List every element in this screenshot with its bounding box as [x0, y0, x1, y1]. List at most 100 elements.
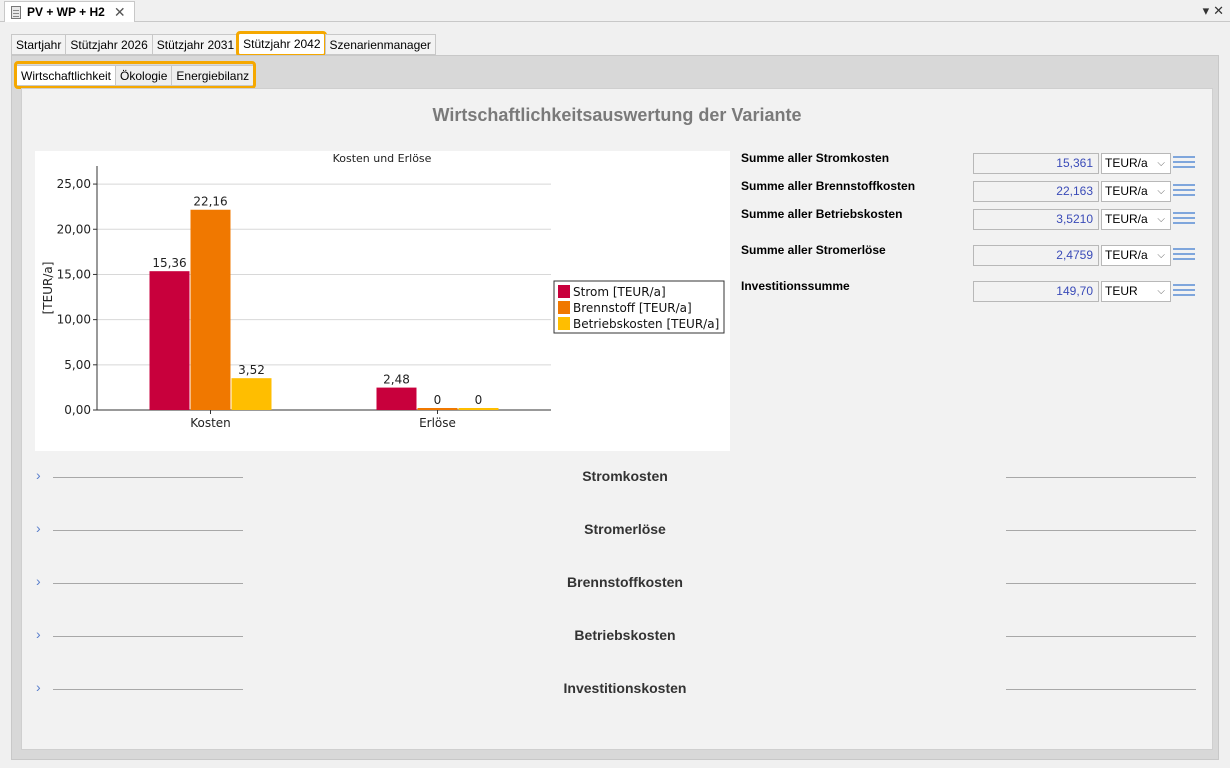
data-label: 3,52: [238, 363, 265, 377]
tab-stuetzjahr-2031[interactable]: Stützjahr 2031: [151, 34, 239, 55]
unit-select[interactable]: TEUR ⌵: [1101, 281, 1171, 302]
sub-tabs: Wirtschaftlichkeit Ökologie Energiebilan…: [13, 61, 257, 89]
legend-swatch: [558, 317, 570, 330]
chart-title: Kosten und Erlöse: [333, 152, 432, 165]
divider: [1006, 530, 1196, 531]
section-title[interactable]: Stromkosten: [22, 468, 1228, 484]
divider: [1006, 636, 1196, 637]
summary-label: Summe aller Betriebskosten: [741, 207, 903, 221]
y-tick-label: 10,00: [57, 313, 91, 327]
summary-label: Summe aller Brennstoffkosten: [741, 179, 916, 193]
window-controls: ▾ ✕: [1203, 3, 1224, 19]
bar: [458, 408, 499, 410]
close-tab-icon[interactable]: ✕: [114, 5, 126, 19]
data-label: 0: [475, 393, 483, 407]
bar: [190, 209, 231, 410]
legend-swatch: [558, 285, 570, 298]
section-title[interactable]: Betriebskosten: [22, 627, 1228, 643]
data-label: 2,48: [383, 373, 410, 387]
unit-select-value: TEUR/a: [1105, 156, 1148, 170]
tab-startjahr[interactable]: Startjahr: [11, 34, 66, 55]
window-menu-icon[interactable]: ▾: [1203, 3, 1210, 19]
legend-label: Betriebskosten [TEUR/a]: [573, 317, 719, 331]
menu-lines-icon[interactable]: [1173, 212, 1195, 228]
section-title[interactable]: Stromerlöse: [22, 521, 1228, 537]
legend-label: Strom [TEUR/a]: [573, 285, 666, 299]
cost-revenue-chart: Kosten und Erlöse 0,00 5,00 10,00 15,00 20,00…: [35, 151, 730, 451]
section-stromkosten[interactable]: › Stromkosten: [22, 467, 1212, 487]
bar: [231, 378, 272, 410]
chevron-down-icon: ⌵: [1157, 214, 1165, 225]
unit-select-value: TEUR/a: [1105, 212, 1148, 226]
section-brennstoffkosten[interactable]: › Brennstoffkosten: [22, 573, 1212, 593]
y-axis-title: [TEUR/a]: [41, 262, 55, 315]
summary-label: Investitionssumme: [741, 279, 850, 293]
document-tab-label: PV + WP + H2: [27, 5, 105, 19]
summary-value-field[interactable]: 22,163: [973, 181, 1099, 202]
unit-select-value: TEUR/a: [1105, 248, 1148, 262]
chevron-down-icon: ⌵: [1157, 286, 1165, 297]
unit-select-value: TEUR/a: [1105, 184, 1148, 198]
summary-row-stromkosten: Summe aller Stromkosten 15,361 TEUR/a ⌵: [741, 151, 1201, 174]
unit-select[interactable]: TEUR/a ⌵: [1101, 209, 1171, 230]
tab-wirtschaftlichkeit[interactable]: Wirtschaftlichkeit: [16, 65, 116, 86]
section-stromerloese[interactable]: › Stromerlöse: [22, 520, 1212, 540]
bar: [376, 387, 417, 410]
summary-value-field[interactable]: 2,4759: [973, 245, 1099, 266]
chevron-down-icon: ⌵: [1157, 186, 1165, 197]
summary-label: Summe aller Stromerlöse: [741, 243, 886, 257]
bottom-strip: [0, 763, 1230, 768]
section-title[interactable]: Brennstoffkosten: [22, 574, 1228, 590]
summary-value-field[interactable]: 149,70: [973, 281, 1099, 302]
document-tab[interactable]: PV + WP + H2 ✕: [4, 1, 135, 22]
divider: [1006, 477, 1196, 478]
content-panel: Wirtschaftlichkeitsauswertung der Varian…: [21, 88, 1213, 750]
divider: [1006, 689, 1196, 690]
unit-select-value: TEUR: [1105, 284, 1138, 298]
window-close-icon[interactable]: ✕: [1213, 3, 1224, 19]
summary-row-investitionssumme: Investitionssumme 149,70 TEUR ⌵: [741, 279, 1201, 302]
unit-select[interactable]: TEUR/a ⌵: [1101, 245, 1171, 266]
document-tabbar: PV + WP + H2 ✕ ▾ ✕: [0, 0, 1230, 22]
tab-szenarienmanager[interactable]: Szenarienmanager: [324, 34, 436, 55]
chevron-down-icon: ⌵: [1157, 250, 1165, 261]
y-tick-label: 5,00: [64, 358, 91, 372]
tab-energiebilanz[interactable]: Energiebilanz: [171, 65, 255, 86]
tab-stuetzjahr-2042[interactable]: Stützjahr 2042: [236, 31, 327, 57]
unit-select[interactable]: TEUR/a ⌵: [1101, 153, 1171, 174]
y-tick-label: 20,00: [57, 222, 91, 236]
section-title[interactable]: Investitionskosten: [22, 680, 1228, 696]
main-tabs: Startjahr Stützjahr 2026 Stützjahr 2031 …: [11, 31, 436, 57]
summary-value-field[interactable]: 3,5210: [973, 209, 1099, 230]
divider: [1006, 583, 1196, 584]
summary-row-stromerloese: Summe aller Stromerlöse 2,4759 TEUR/a ⌵: [741, 243, 1201, 266]
y-tick-label: 25,00: [57, 177, 91, 191]
menu-lines-icon[interactable]: [1173, 156, 1195, 172]
tab-oekologie[interactable]: Ökologie: [115, 65, 172, 86]
unit-select[interactable]: TEUR/a ⌵: [1101, 181, 1171, 202]
bar: [417, 408, 458, 410]
page-title: Wirtschaftlichkeitsauswertung der Varian…: [432, 105, 802, 125]
menu-lines-icon[interactable]: [1173, 284, 1195, 300]
summary-label: Summe aller Stromkosten: [741, 151, 890, 165]
menu-lines-icon[interactable]: [1173, 184, 1195, 200]
tab-stuetzjahr-2026[interactable]: Stützjahr 2026: [65, 34, 152, 55]
y-tick-label: 15,00: [57, 267, 91, 281]
section-investitionskosten[interactable]: › Investitionskosten: [22, 679, 1212, 699]
data-label: 15,36: [152, 256, 186, 270]
legend-swatch: [558, 301, 570, 314]
summary-row-betriebskosten: Summe aller Betriebskosten 3,5210 TEUR/a…: [741, 207, 1201, 230]
x-tick-label: Erlöse: [419, 416, 456, 430]
bar: [149, 271, 190, 410]
summary-row-brennstoffkosten: Summe aller Brennstoffkosten 22,163 TEUR…: [741, 179, 1201, 202]
data-label: 0: [434, 393, 442, 407]
document-icon: [11, 5, 21, 19]
chart-svg: Kosten und Erlöse 0,00 5,00 10,00 15,00 20,00…: [41, 152, 725, 430]
chevron-down-icon: ⌵: [1157, 158, 1165, 169]
menu-lines-icon[interactable]: [1173, 248, 1195, 264]
data-label: 22,16: [193, 195, 227, 209]
summary-value-field[interactable]: 15,361: [973, 153, 1099, 174]
y-tick-label: 0,00: [64, 403, 91, 417]
section-betriebskosten[interactable]: › Betriebskosten: [22, 626, 1212, 646]
legend-label: Brennstoff [TEUR/a]: [573, 301, 692, 315]
